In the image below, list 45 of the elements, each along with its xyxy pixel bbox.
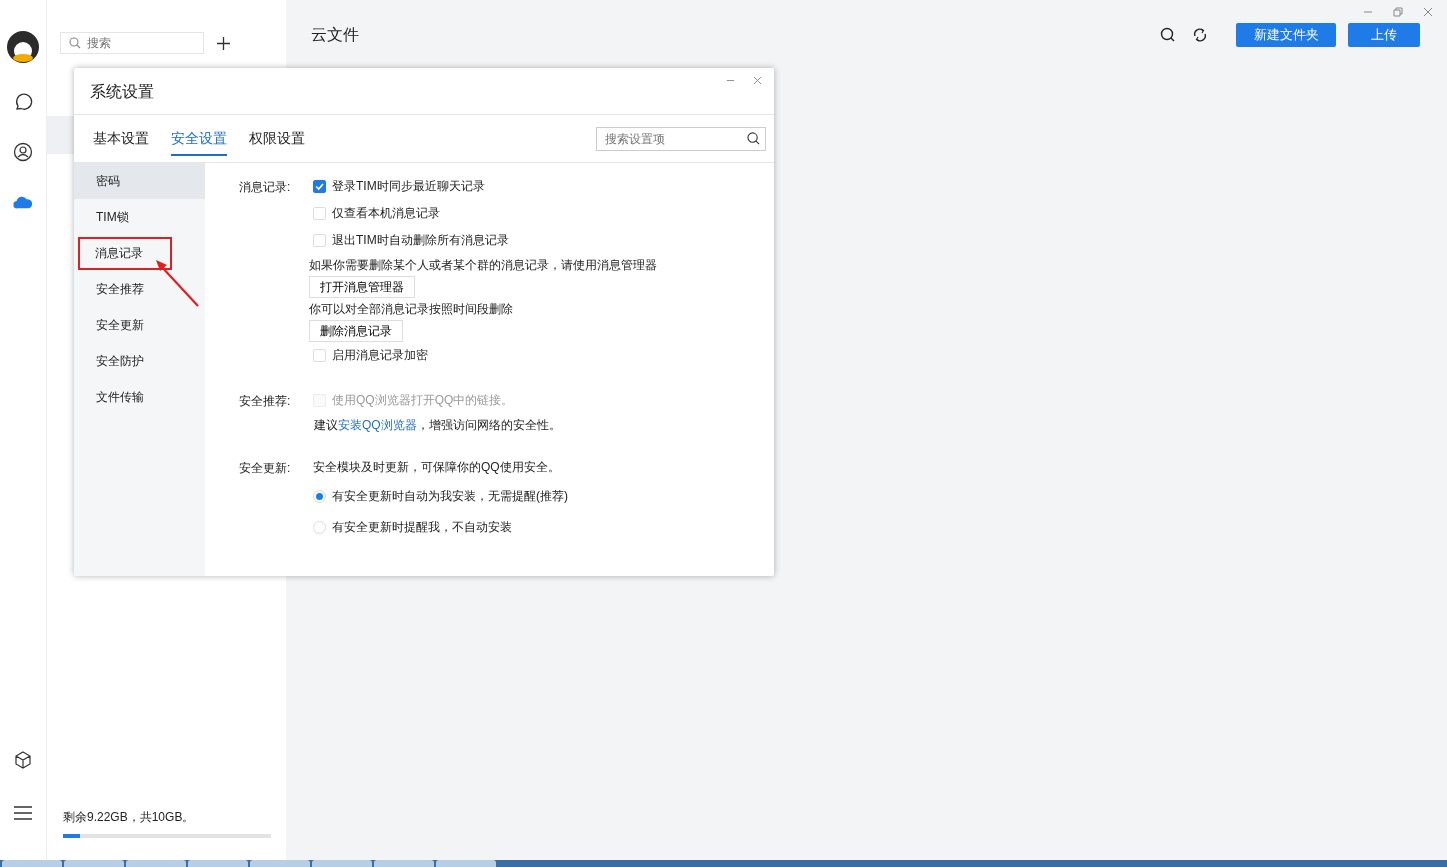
description-text: 安全模块及时更新，可保障你的QQ使用安全。 — [313, 459, 561, 476]
description-text: 建议安装QQ浏览器，增强访问网络的安全性。 — [314, 417, 561, 434]
page-title: 云文件 — [311, 24, 359, 45]
checkbox-label: 仅查看本机消息记录 — [332, 205, 440, 222]
radio-label: 有安全更新时提醒我，不自动安装 — [332, 519, 512, 536]
primary-button[interactable]: 新建文件夹 — [1236, 23, 1336, 47]
search-icon[interactable] — [1160, 27, 1176, 43]
description-text: 如果你需要删除某个人或者某个群的消息记录，请使用消息管理器 — [309, 257, 657, 274]
search-input[interactable]: 搜索 — [85, 35, 189, 51]
section-label: 安全更新: — [239, 460, 292, 477]
annotation-arrow — [154, 258, 200, 308]
tab[interactable]: 基本设置 — [93, 121, 149, 156]
checkbox-label: 退出TIM时自动删除所有消息记录 — [332, 232, 509, 249]
add-icon[interactable] — [217, 36, 230, 50]
close-icon[interactable] — [1423, 7, 1433, 17]
close-icon[interactable] — [753, 76, 762, 85]
storage-text: 剩余9.22GB，共10GB。 — [62, 809, 196, 826]
search-field[interactable]: 搜索 — [60, 32, 204, 54]
install-link[interactable]: 安装QQ浏览器 — [338, 418, 417, 432]
highlight-frame: 消息记录 — [78, 236, 172, 270]
nav-item[interactable]: 密码 — [74, 163, 205, 199]
search-field[interactable]: 搜索设置项 — [596, 126, 766, 151]
search-icon — [747, 132, 760, 145]
cube-icon[interactable] — [13, 750, 33, 770]
user-icon[interactable] — [13, 142, 33, 162]
description-text: 你可以对全部消息记录按照时间段删除 — [309, 301, 514, 318]
radio-label: 有安全更新时自动为我安装，无需提醒(推荐) — [332, 488, 568, 505]
checkbox-label: 登录TIM时同步最近聊天记录 — [332, 178, 485, 195]
chat-icon[interactable] — [13, 92, 33, 112]
refresh-icon[interactable] — [1192, 27, 1208, 43]
checkbox-label: 启用消息记录加密 — [332, 347, 428, 364]
action-button[interactable]: 删除消息记录 — [309, 320, 403, 342]
tab[interactable]: 安全设置 — [171, 121, 227, 156]
restore-icon[interactable] — [1393, 7, 1403, 17]
dialog-title: 系统设置 — [90, 82, 155, 102]
section-label: 安全推荐: — [239, 393, 292, 410]
search-icon — [69, 37, 81, 49]
action-button[interactable]: 打开消息管理器 — [309, 276, 415, 298]
tab[interactable]: 权限设置 — [249, 121, 305, 156]
primary-button[interactable]: 上传 — [1348, 23, 1420, 47]
checkbox[interactable] — [313, 180, 326, 193]
avatar[interactable] — [6, 30, 40, 64]
menu-icon[interactable] — [14, 806, 32, 820]
checkbox-label: 使用QQ浏览器打开QQ中的链接。 — [332, 392, 514, 409]
section-label: 消息记录: — [239, 179, 292, 196]
